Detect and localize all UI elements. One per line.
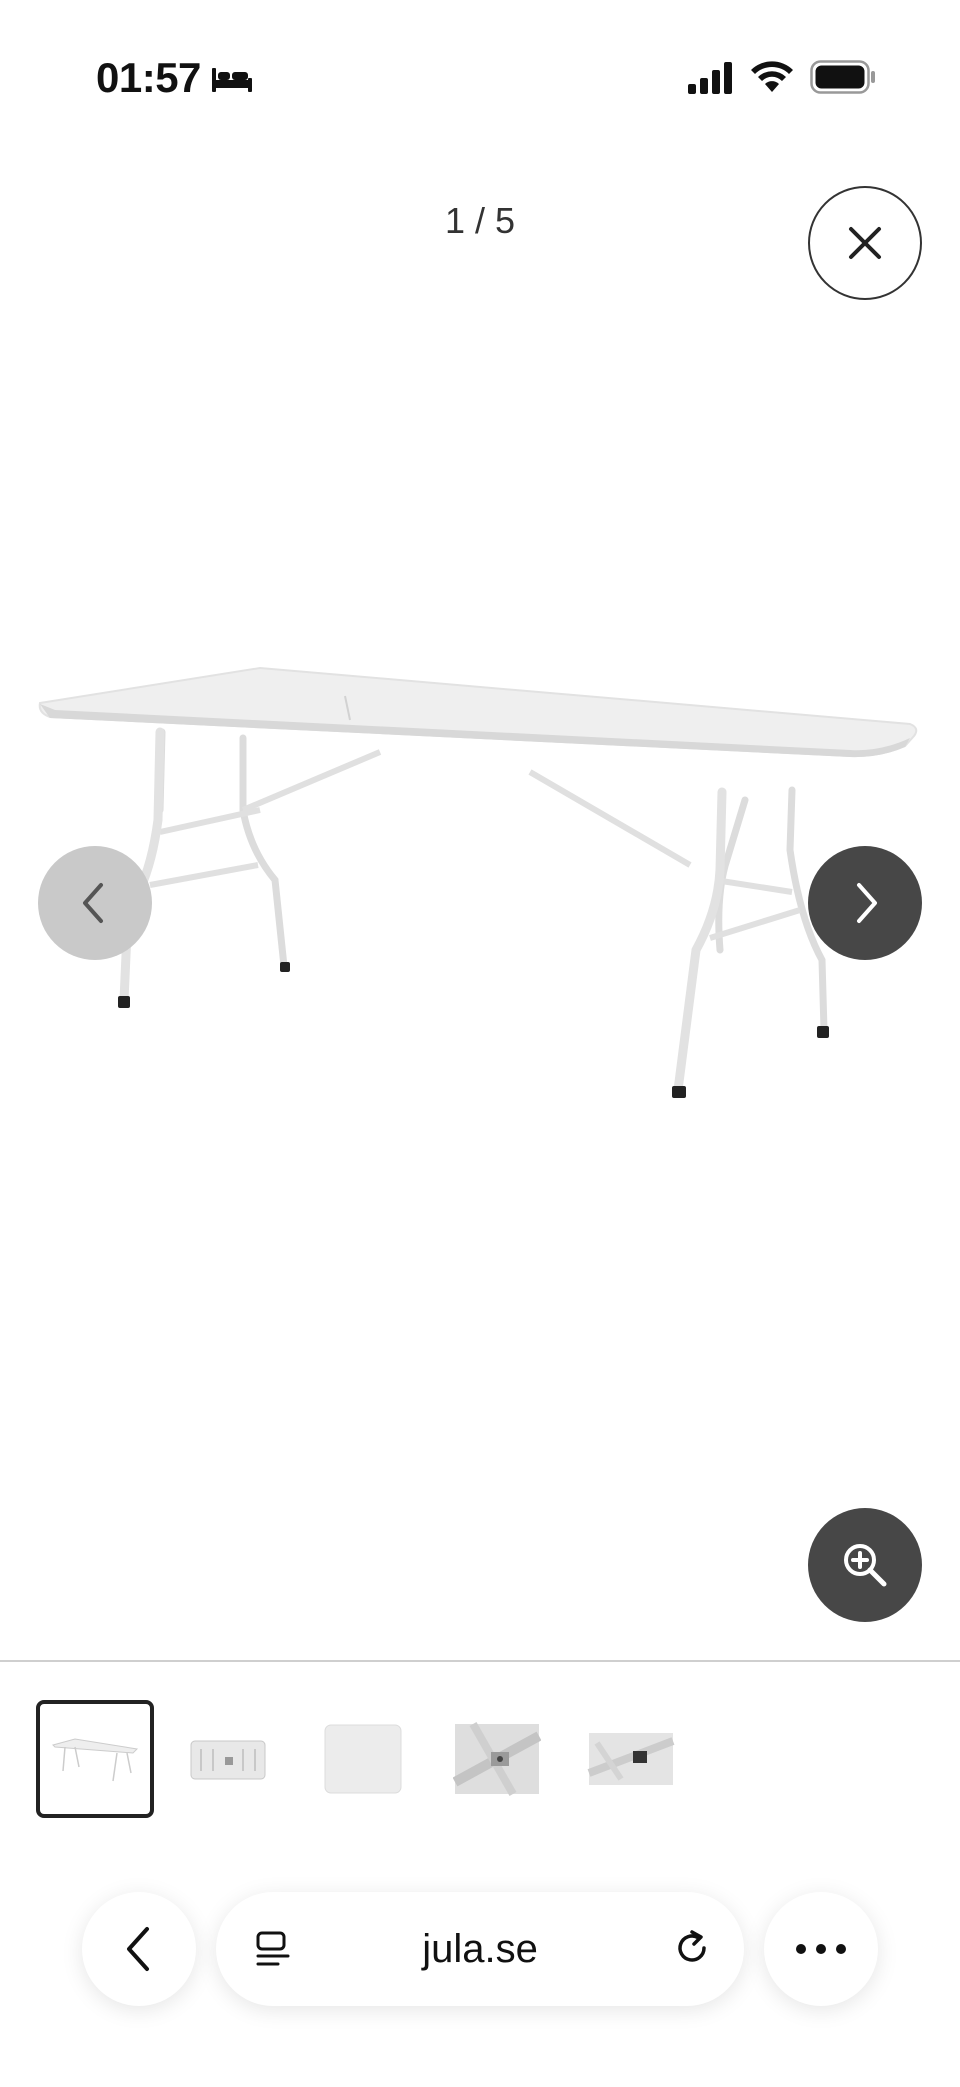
thumbnail-image — [453, 1722, 541, 1796]
address-bar[interactable]: jula.se — [216, 1892, 744, 2006]
divider — [0, 1660, 960, 1662]
thumbnail-4[interactable] — [438, 1700, 556, 1818]
reload-icon[interactable] — [670, 1926, 714, 1970]
thumbnail-2[interactable] — [170, 1700, 288, 1818]
battery-icon — [810, 60, 875, 94]
image-counter: 1 / 5 — [444, 200, 516, 241]
browser-back-button[interactable] — [82, 1892, 196, 2006]
close-button[interactable] — [808, 186, 922, 300]
next-image-button[interactable] — [808, 846, 922, 960]
bed-icon — [212, 68, 252, 92]
thumbnail-image — [190, 1740, 266, 1780]
thumbnail-image — [324, 1724, 402, 1794]
previous-image-button[interactable] — [38, 846, 152, 960]
thumbnail-5[interactable] — [572, 1700, 690, 1818]
zoom-in-icon — [844, 1544, 887, 1587]
wifi-icon — [751, 61, 793, 92]
zoom-button[interactable] — [808, 1508, 922, 1622]
cellular-signal-icon — [688, 62, 732, 94]
thumbnail-3[interactable] — [304, 1700, 422, 1818]
chevron-right-icon — [857, 883, 877, 923]
url-text: jula.se — [422, 1926, 538, 1971]
thumbnail-image — [52, 1738, 139, 1782]
reader-icon[interactable] — [254, 1930, 292, 1968]
image-gallery-page: 01:57 1 / 5 jula.se — [0, 0, 960, 2087]
more-options-button[interactable] — [764, 1892, 878, 2006]
more-icon — [796, 1944, 846, 1954]
status-bar: 01:57 — [0, 0, 960, 150]
close-icon — [849, 227, 881, 259]
chevron-left-icon — [127, 1927, 149, 1971]
thumbnail-strip — [36, 1700, 936, 1818]
chevron-left-icon — [83, 883, 103, 923]
browser-toolbar: jula.se — [0, 1860, 960, 2087]
thumbnail-image — [587, 1733, 675, 1785]
status-time: 01:57 — [96, 54, 201, 101]
thumbnail-1[interactable] — [36, 1700, 154, 1818]
